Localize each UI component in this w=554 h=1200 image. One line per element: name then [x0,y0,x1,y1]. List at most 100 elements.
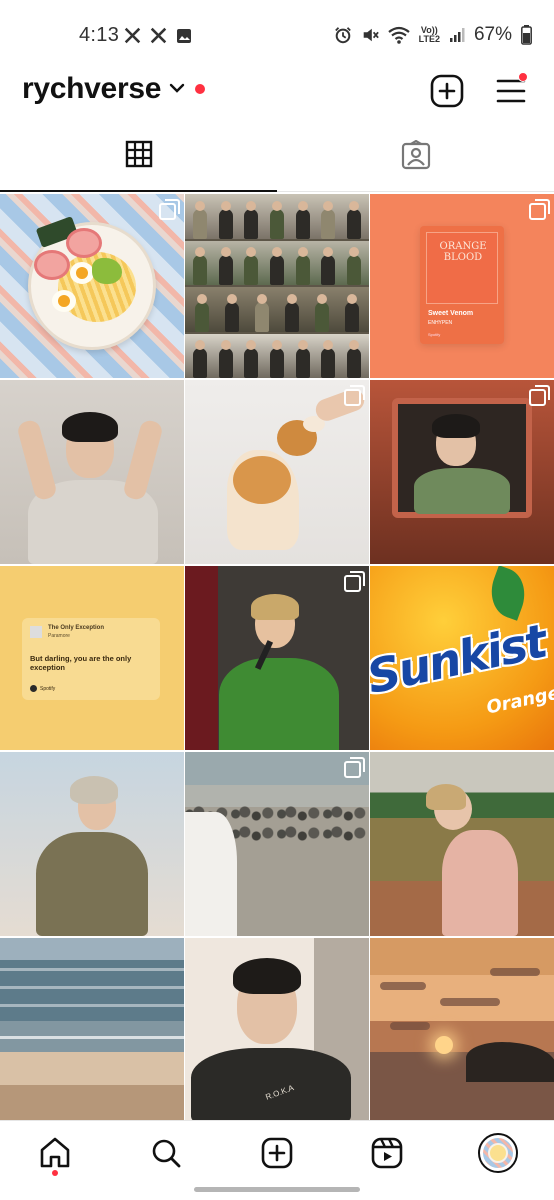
profile-screen: 4:13 Vo)) LTE2 67% rychverse ORANGE BLOO… [0,0,554,1200]
x-logo-icon [150,27,167,44]
post-beach-stones[interactable] [185,752,369,936]
profile-header: rychverse [0,70,554,112]
bottom-navigation [0,1120,554,1182]
song-artist: ENHYPEN [428,320,453,326]
person-hair [432,414,480,438]
post-ramen-illustration[interactable] [0,194,184,378]
chashu [34,250,70,280]
spotify-label: Spotify [30,685,55,692]
post-portrait[interactable] [0,380,184,564]
lyric-card: The Only Exception Paramore But darling,… [22,618,160,700]
status-time: 4:13 [79,24,120,46]
spotify-icon [30,685,37,692]
mute-icon [363,28,379,42]
account-notification-dot [195,84,205,94]
wave [0,1004,184,1007]
album-title: ORANGE BLOOD [427,241,499,263]
person-torso [414,468,510,514]
post-orange-blood-song[interactable]: ORANGE BLOOD Sweet Venom ENHYPEN Spotify [370,194,554,378]
post-jacket-portrait[interactable] [0,752,184,936]
chevron-down-icon[interactable] [168,82,186,94]
sleeve [185,812,237,936]
post-selfie[interactable]: R.O.K.A [185,938,369,1122]
reels-icon [371,1137,403,1169]
post-field-portrait[interactable] [370,752,554,936]
person-hair [426,784,466,810]
wifi-icon [387,26,410,44]
post-singer-photo[interactable] [185,566,369,750]
song-title: Sweet Venom [428,310,474,317]
song-artist: Paramore [48,633,70,639]
person-hair [62,412,118,442]
post-car-window[interactable] [370,380,554,564]
cloud [440,998,500,1006]
song-title: The Only Exception [48,625,105,631]
battery-percent: 67% [473,24,512,45]
cloud [490,968,540,976]
collage-strip [185,287,369,332]
greens [92,258,122,284]
alarm-icon [334,27,351,44]
carousel-icon [344,757,365,778]
carousel-icon [159,199,180,220]
person-torso [36,832,148,936]
post-sunkist-can[interactable]: Sunkist Orange [370,566,554,750]
post-lyric-quote[interactable]: The Only Exception Paramore But darling,… [0,566,184,750]
profile-tabs [0,140,554,192]
avatar [478,1133,518,1173]
notification-icons [124,27,192,44]
person-torso [219,658,339,750]
song-card: ORANGE BLOOD Sweet Venom ENHYPEN Spotify [420,226,504,344]
nav-profile[interactable] [478,1133,518,1173]
post-group-collage[interactable] [185,194,369,378]
leaf [483,566,533,621]
nav-search[interactable] [146,1133,186,1173]
tab-grid[interactable] [0,140,277,192]
gesture-bar[interactable] [194,1187,360,1192]
lte-indicator: Vo)) LTE2 [419,26,440,44]
wave [0,1036,184,1039]
tab-tagged[interactable] [277,140,554,192]
status-bar: 4:13 Vo)) LTE2 67% [0,0,554,72]
egg [52,290,76,312]
posts-grid: ORANGE BLOOD Sweet Venom ENHYPEN Spotify [0,194,554,1122]
nav-home[interactable] [35,1133,75,1173]
person-hair [70,776,118,804]
account-username[interactable]: rychverse [22,72,161,106]
lyric-text: But darling, you are the only exception [30,654,132,672]
post-sea-shore[interactable] [0,938,184,1122]
tagged-icon [401,140,430,170]
post-sunset[interactable] [370,938,554,1122]
carousel-icon [529,385,550,406]
person-arm [122,418,164,502]
create-post-icon[interactable] [430,74,464,108]
nav-create[interactable] [257,1133,297,1173]
spotify-text: Spotify [40,685,56,692]
person-torso [191,1048,351,1122]
person-hair [233,958,301,994]
wave [0,968,184,971]
carousel-icon [344,571,365,592]
cloud [380,982,426,990]
wave [0,986,184,989]
chashu [66,228,102,258]
album-title-line1: ORANGE [439,241,487,252]
post-dog-photo[interactable] [185,380,369,564]
image-icon [177,28,191,43]
search-icon [152,1139,181,1168]
person-arm [16,418,58,502]
collage-strip [185,194,369,239]
person-hair [251,594,299,620]
collage-strip [185,333,369,378]
spotify-label: Spotify [428,332,441,337]
egg [70,262,94,284]
nav-reels[interactable] [367,1133,407,1173]
home-notification-dot [52,1170,58,1176]
grid-icon [125,140,152,168]
island [466,1042,554,1082]
album-art: ORANGE BLOOD [426,232,498,304]
carousel-icon [344,385,365,406]
home-icon [40,1137,70,1168]
create-icon [261,1137,293,1169]
signal-icon [449,28,465,42]
